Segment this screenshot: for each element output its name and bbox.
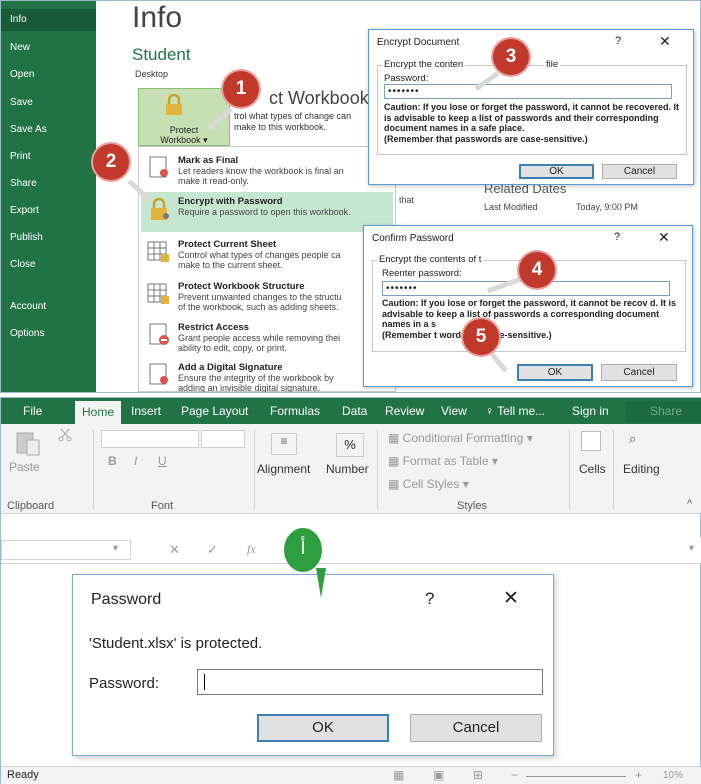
step-badge-4: 4: [519, 252, 555, 288]
step-badge-1: 1: [223, 71, 259, 107]
enter-icon[interactable]: ✓: [207, 542, 218, 558]
zoom-level: 10%: [663, 770, 684, 781]
format-as-table-button[interactable]: ▦ Format as Table ▾: [388, 454, 498, 468]
name-box-dropdown-icon[interactable]: ▾: [113, 543, 118, 554]
zoom-slider[interactable]: [526, 776, 626, 777]
annotation-arrows: [127, 70, 522, 373]
tab-file[interactable]: File: [23, 404, 42, 418]
formula-bar: ▾ ✕ ✓ fx ▾: [1, 538, 701, 564]
step-badge-3: 3: [493, 39, 529, 75]
normal-view-icon[interactable]: ▦: [393, 768, 404, 782]
password-label: Password:: [89, 675, 160, 692]
tell-me-search[interactable]: ♀ Tell me...: [485, 404, 545, 418]
sign-in-link[interactable]: Sign in: [572, 404, 609, 418]
step-badge-alef: أ: [284, 528, 322, 572]
align-icon[interactable]: ≡: [271, 433, 297, 455]
status-bar: Ready ▦ ▣ ⊞ − + 10%: [1, 766, 701, 784]
styles-group-label: Styles: [457, 500, 487, 512]
number-button[interactable]: Number: [326, 462, 369, 476]
percent-icon[interactable]: %: [336, 433, 364, 457]
ribbon-tabs: File Home Insert Page Layout Formulas Da…: [1, 398, 701, 425]
cells-button[interactable]: Cells: [579, 462, 606, 476]
font-size-box[interactable]: [201, 430, 245, 448]
separator: [569, 430, 570, 510]
separator: [377, 430, 378, 510]
tab-page-layout[interactable]: Page Layout: [181, 404, 248, 418]
dialog-title: Password: [91, 591, 162, 608]
conditional-formatting-button[interactable]: ▦ Conditional Formatting ▾: [388, 431, 533, 445]
name-box[interactable]: [1, 540, 131, 560]
share-button[interactable]: Share: [626, 401, 701, 423]
tab-data[interactable]: Data: [342, 404, 367, 418]
help-icon[interactable]: ?: [425, 589, 434, 609]
page-break-view-icon[interactable]: ⊞: [473, 768, 483, 782]
cell-styles-button[interactable]: ▦ Cell Styles ▾: [388, 477, 469, 491]
cancel-button[interactable]: Cancel: [410, 714, 542, 742]
separator: [254, 430, 255, 510]
tab-view[interactable]: View: [441, 404, 467, 418]
collapse-ribbon-icon[interactable]: ^: [687, 498, 692, 510]
underline-button[interactable]: U: [158, 454, 167, 468]
cells-icon[interactable]: [581, 431, 601, 451]
expand-formula-icon[interactable]: ▾: [689, 543, 694, 554]
ok-button[interactable]: OK: [257, 714, 389, 742]
tab-insert[interactable]: Insert: [131, 404, 161, 418]
paste-icon[interactable]: [13, 428, 43, 458]
status-text: Ready: [7, 769, 39, 781]
page-layout-view-icon[interactable]: ▣: [433, 768, 444, 782]
zoom-out-icon[interactable]: −: [511, 768, 518, 782]
separator: [93, 430, 94, 510]
cancel-icon[interactable]: ✕: [169, 542, 180, 558]
font-name-box[interactable]: [101, 430, 199, 448]
password-input[interactable]: [197, 669, 543, 695]
step-badge-2: 2: [93, 144, 129, 180]
text-cursor: [204, 674, 205, 690]
tab-home[interactable]: Home: [75, 401, 121, 425]
zoom-in-icon[interactable]: +: [635, 768, 642, 782]
alignment-button[interactable]: Alignment: [257, 462, 310, 476]
bold-button[interactable]: B: [108, 454, 117, 468]
separator: [613, 430, 614, 510]
editing-button[interactable]: Editing: [623, 462, 660, 476]
excel-window: File Home Insert Page Layout Formulas Da…: [0, 397, 701, 784]
tab-formulas[interactable]: Formulas: [270, 404, 320, 418]
function-icon[interactable]: fx: [247, 542, 256, 557]
ribbon: Paste Clipboard B I U Font ≡ Alignment %…: [1, 424, 701, 514]
italic-button[interactable]: I: [134, 454, 137, 468]
backstage-info-panel: Info New Open Save Save As Print Share E…: [0, 0, 701, 393]
find-icon[interactable]: ⌕: [629, 431, 651, 451]
close-icon[interactable]: ✕: [503, 587, 519, 610]
protected-message: 'Student.xlsx' is protected.: [89, 635, 263, 652]
font-group-label: Font: [151, 500, 174, 512]
tab-review[interactable]: Review: [385, 404, 424, 418]
paste-label: Paste: [9, 460, 40, 474]
clipboard-group-label: Clipboard: [7, 500, 55, 512]
cut-icon[interactable]: [58, 428, 72, 442]
annotation-pointer: [316, 568, 326, 598]
step-badge-5: 5: [463, 319, 499, 355]
